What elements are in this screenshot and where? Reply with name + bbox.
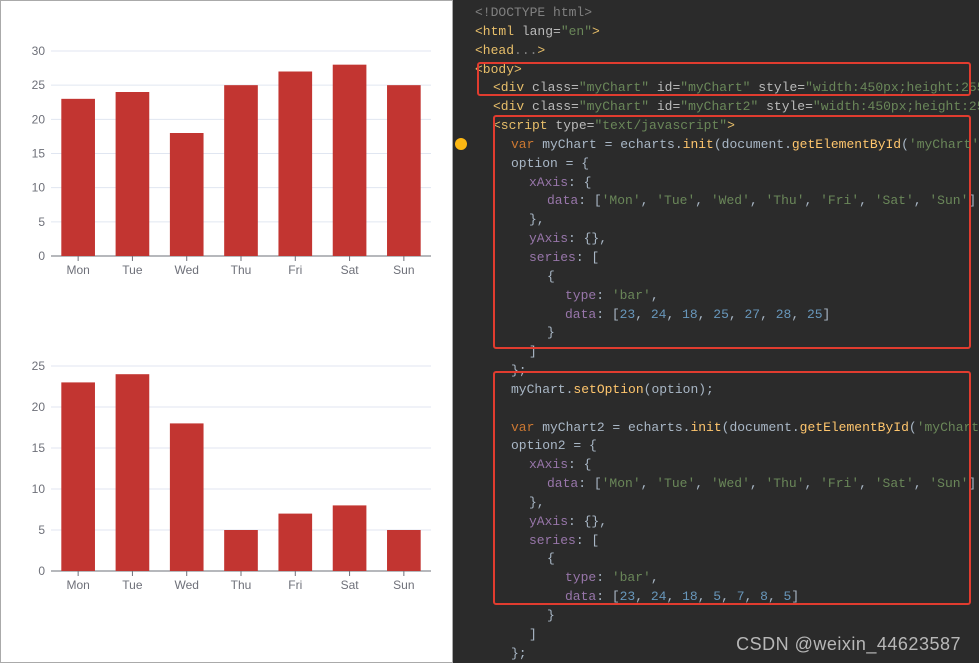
code-line[interactable]: ]	[457, 343, 971, 362]
code-line[interactable]: option2 = {	[457, 437, 971, 456]
code-line[interactable]: <div class="myChart" id="myChart2" style…	[457, 98, 971, 117]
code-line[interactable]: var myChart2 = echarts.init(document.get…	[457, 419, 971, 438]
svg-text:Mon: Mon	[66, 263, 89, 277]
bar-chart-svg: 0 5 10 15 20 25 Mon Tue Wed Thu Fri Sat Sun	[11, 346, 441, 601]
blank-line[interactable]	[457, 400, 971, 419]
svg-text:Mon: Mon	[66, 578, 89, 592]
code-line[interactable]: };	[457, 362, 971, 381]
code-line[interactable]: type: 'bar',	[457, 287, 971, 306]
chart-1: 0 5 10 15 20 25 30 Mon Tue Wed Thu Fri Sat Sun	[11, 31, 441, 286]
watermark-text: CSDN @weixin_44623587	[736, 634, 961, 655]
svg-text:Sat: Sat	[341, 578, 360, 592]
code-line[interactable]: <body>	[457, 61, 971, 80]
svg-text:0: 0	[38, 564, 45, 578]
warning-gutter-icon[interactable]	[455, 138, 467, 150]
svg-text:25: 25	[32, 359, 46, 373]
code-line[interactable]: xAxis: {	[457, 456, 971, 475]
svg-text:5: 5	[38, 215, 45, 229]
svg-text:15: 15	[32, 147, 46, 161]
svg-text:Sun: Sun	[393, 578, 414, 592]
bar-chart-svg: 0 5 10 15 20 25 30 Mon Tue Wed Thu Fri Sat Sun	[11, 31, 441, 286]
code-line[interactable]: data: [23, 24, 18, 25, 27, 28, 25]	[457, 306, 971, 325]
svg-text:20: 20	[32, 400, 46, 414]
svg-text:Tue: Tue	[122, 263, 143, 277]
chart-preview-pane: 0 5 10 15 20 25 30 Mon Tue Wed Thu Fri Sat Sun 0 5 10 15…	[0, 0, 453, 663]
svg-text:Thu: Thu	[231, 578, 252, 592]
code-editor-pane[interactable]: <!DOCTYPE html> <html lang="en"> <head..…	[453, 0, 979, 663]
code-line[interactable]: },	[457, 494, 971, 513]
svg-text:25: 25	[32, 78, 46, 92]
chart-2: 0 5 10 15 20 25 Mon Tue Wed Thu Fri Sat Sun	[11, 346, 441, 601]
code-line[interactable]: data: ['Mon', 'Tue', 'Wed', 'Thu', 'Fri'…	[457, 475, 971, 494]
code-line[interactable]: type: 'bar',	[457, 569, 971, 588]
code-line[interactable]: }	[457, 324, 971, 343]
svg-text:15: 15	[32, 441, 46, 455]
svg-text:5: 5	[38, 523, 45, 537]
svg-text:0: 0	[38, 249, 45, 263]
code-line[interactable]: <head...>	[457, 42, 971, 61]
code-line[interactable]: series: [	[457, 532, 971, 551]
code-line[interactable]: },	[457, 211, 971, 230]
svg-text:20: 20	[32, 112, 46, 126]
svg-text:Sun: Sun	[393, 263, 414, 277]
code-line[interactable]: yAxis: {},	[457, 230, 971, 249]
svg-text:30: 30	[32, 44, 46, 58]
svg-text:Fri: Fri	[288, 578, 302, 592]
code-line[interactable]: xAxis: {	[457, 174, 971, 193]
svg-text:10: 10	[32, 482, 46, 496]
code-line[interactable]: {	[457, 550, 971, 569]
svg-text:Tue: Tue	[122, 578, 143, 592]
code-line[interactable]: <script type="text/javascript">	[457, 117, 971, 136]
svg-text:Wed: Wed	[174, 578, 198, 592]
code-line[interactable]: data: [23, 24, 18, 5, 7, 8, 5]	[457, 588, 971, 607]
svg-text:Wed: Wed	[174, 263, 198, 277]
svg-text:Thu: Thu	[231, 263, 252, 277]
svg-text:Fri: Fri	[288, 263, 302, 277]
svg-text:Sat: Sat	[341, 263, 360, 277]
code-line[interactable]: yAxis: {},	[457, 513, 971, 532]
svg-text:10: 10	[32, 181, 46, 195]
code-line[interactable]: <html lang="en">	[457, 23, 971, 42]
code-line[interactable]: option = {	[457, 155, 971, 174]
code-line[interactable]: <!DOCTYPE html>	[457, 4, 971, 23]
code-line[interactable]: series: [	[457, 249, 971, 268]
code-line[interactable]: }	[457, 607, 971, 626]
code-line[interactable]: <div class="myChart" id="myChart" style=…	[457, 79, 971, 98]
code-line[interactable]: var myChart = echarts.init(document.getE…	[457, 136, 971, 155]
code-line[interactable]: {	[457, 268, 971, 287]
code-line[interactable]: myChart.setOption(option);	[457, 381, 971, 400]
code-line[interactable]: data: ['Mon', 'Tue', 'Wed', 'Thu', 'Fri'…	[457, 192, 971, 211]
